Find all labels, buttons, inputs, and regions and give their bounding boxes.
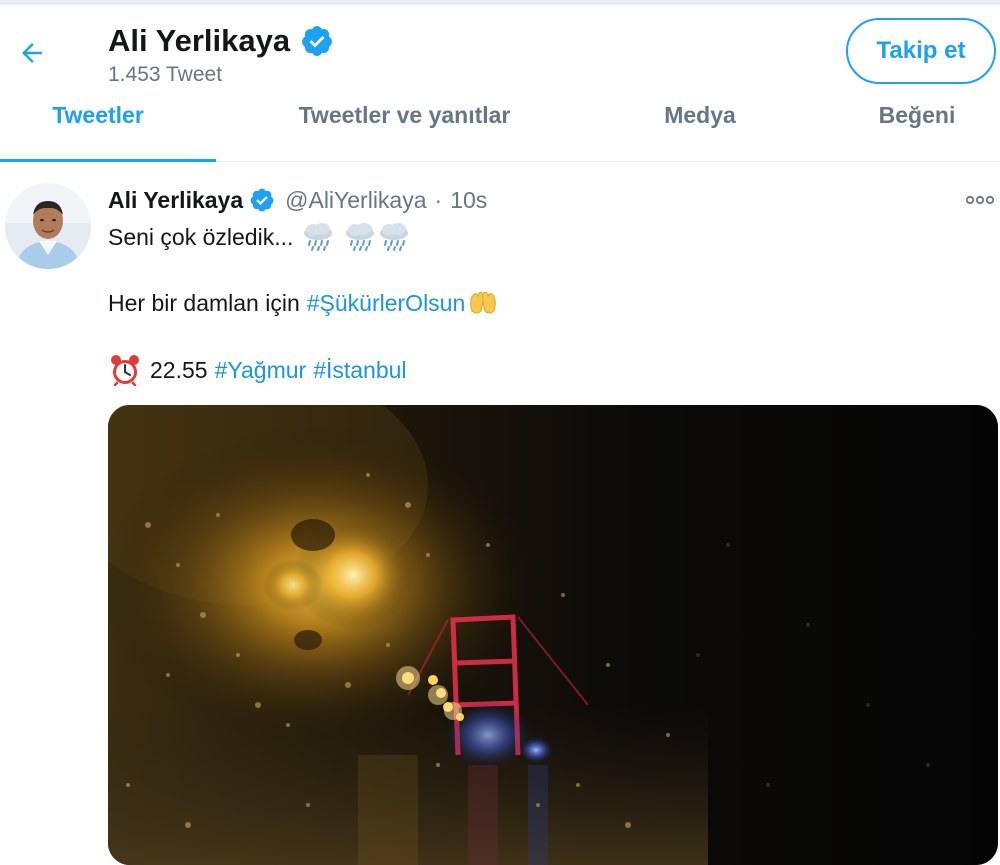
tweet-text-line-3: 22.55 #Yağmur #İstanbul — [108, 353, 407, 387]
tweet-author-handle[interactable]: @AliYerlikaya — [285, 187, 426, 214]
profile-header: Ali Yerlikaya 1.453 Tweet Takip et — [0, 5, 1000, 100]
tweet-timestamp[interactable]: 10s — [450, 187, 487, 214]
profile-name-row: Ali Yerlikaya — [108, 23, 334, 59]
tweet-text-line-2: Her bir damlan için #ŞükürlerOlsun — [108, 286, 499, 320]
tweet-time-text: 22.55 — [150, 356, 208, 383]
tweet-text: Seni çok özledik... — [108, 223, 294, 250]
profile-name: Ali Yerlikaya — [108, 23, 291, 58]
tweet-video-media[interactable] — [108, 405, 998, 865]
rain-cloud-icon — [377, 222, 411, 252]
back-button[interactable] — [12, 33, 52, 73]
more-options-icon — [965, 195, 995, 205]
more-options-button[interactable] — [962, 186, 998, 214]
verified-badge-icon — [249, 187, 275, 213]
hashtag-link[interactable]: #ŞükürlerOlsun — [307, 290, 466, 317]
hashtag-link[interactable]: #Yağmur — [215, 357, 307, 384]
tweet-count: 1.453 Tweet — [108, 63, 223, 86]
tweet-text: Her bir damlan için — [108, 289, 300, 316]
tweet-text-line-1: Seni çok özledik... — [108, 220, 411, 254]
tweet-author-name[interactable]: Ali Yerlikaya — [108, 187, 243, 214]
tab-media[interactable]: Medya — [630, 100, 770, 161]
verified-badge-icon — [300, 24, 334, 58]
follow-button[interactable]: Takip et — [846, 18, 996, 84]
tab-tweets-and-replies[interactable]: Tweetler ve yanıtlar — [262, 100, 547, 161]
profile-tabs: Tweetler Tweetler ve yanıtlar Medya Beğe… — [0, 100, 1000, 162]
separator-dot: · — [434, 186, 443, 213]
tweet-header: Ali Yerlikaya @AliYerlikaya · 10s — [108, 184, 487, 216]
alarm-clock-icon — [108, 354, 142, 386]
avatar[interactable] — [5, 183, 91, 269]
clapping-hands-icon — [467, 289, 499, 317]
active-tab-indicator — [0, 159, 216, 162]
arrow-left-icon — [22, 43, 42, 63]
tab-tweets[interactable]: Tweetler — [0, 100, 196, 161]
tab-likes[interactable]: Beğeni — [852, 100, 982, 161]
hashtag-link[interactable]: #İstanbul — [313, 357, 406, 384]
rain-cloud-icon — [301, 222, 335, 252]
rain-cloud-icon — [343, 222, 377, 252]
